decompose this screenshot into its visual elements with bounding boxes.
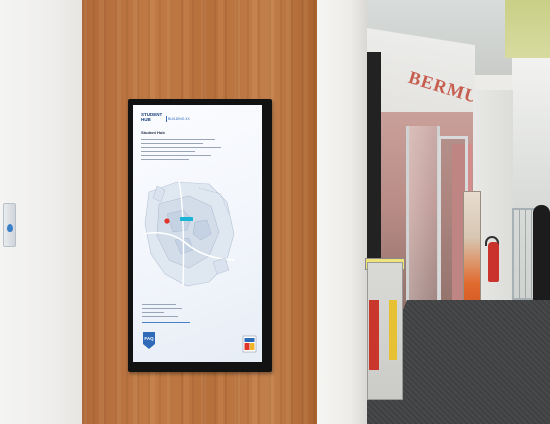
fire-extinguisher bbox=[488, 242, 499, 282]
photo-scene: BERMUDA STUDENT HUB BUILDING 4X Student … bbox=[0, 0, 550, 424]
hand-sanitizer-dispenser bbox=[3, 203, 16, 247]
screen-header-divider bbox=[166, 116, 167, 122]
screen-text-line bbox=[142, 307, 182, 309]
display-screen[interactable]: STUDENT HUB BUILDING 4X Student Hub FAQ bbox=[133, 105, 262, 362]
screen-hub-line2: HUB bbox=[141, 117, 151, 122]
ceiling-light bbox=[505, 0, 550, 58]
screen-text-line bbox=[141, 155, 211, 156]
logo-band bbox=[244, 338, 255, 342]
screen-text-line bbox=[142, 303, 176, 305]
screen-text-line bbox=[142, 315, 178, 317]
white-pillar bbox=[317, 0, 367, 424]
screen-text-line bbox=[142, 311, 164, 313]
campus-map[interactable] bbox=[139, 174, 239, 289]
bin-yellow-label bbox=[389, 300, 397, 360]
screen-address-line bbox=[142, 315, 178, 318]
bin-red-label bbox=[369, 300, 379, 370]
screen-hub-title: STUDENT HUB bbox=[141, 112, 162, 122]
map-marker-red bbox=[164, 218, 170, 224]
screen-link-line bbox=[142, 321, 190, 323]
map-marker-cyan bbox=[180, 217, 193, 221]
screen-address-line bbox=[142, 303, 176, 306]
droplet-icon bbox=[7, 224, 13, 232]
campus-logo-icon bbox=[242, 335, 257, 353]
screen-text-line bbox=[141, 139, 215, 140]
screen-text-line bbox=[141, 143, 203, 144]
screen-text-line bbox=[141, 151, 195, 152]
screen-address-line bbox=[142, 321, 190, 324]
screen-address-line bbox=[142, 307, 182, 310]
screen-address-line bbox=[142, 311, 164, 314]
poster-stand bbox=[463, 191, 481, 307]
screen-building-label: BUILDING 4X bbox=[168, 117, 190, 121]
shop-glass-panel bbox=[406, 126, 440, 312]
screen-text-line bbox=[141, 159, 189, 160]
logo-block-yellow bbox=[250, 343, 255, 350]
logo-block-red bbox=[244, 343, 250, 350]
faq-icon[interactable]: FAQ bbox=[142, 331, 156, 350]
screen-heading: Student Hub bbox=[141, 130, 165, 135]
screen-text-line bbox=[141, 147, 221, 148]
faq-label: FAQ bbox=[144, 336, 154, 341]
